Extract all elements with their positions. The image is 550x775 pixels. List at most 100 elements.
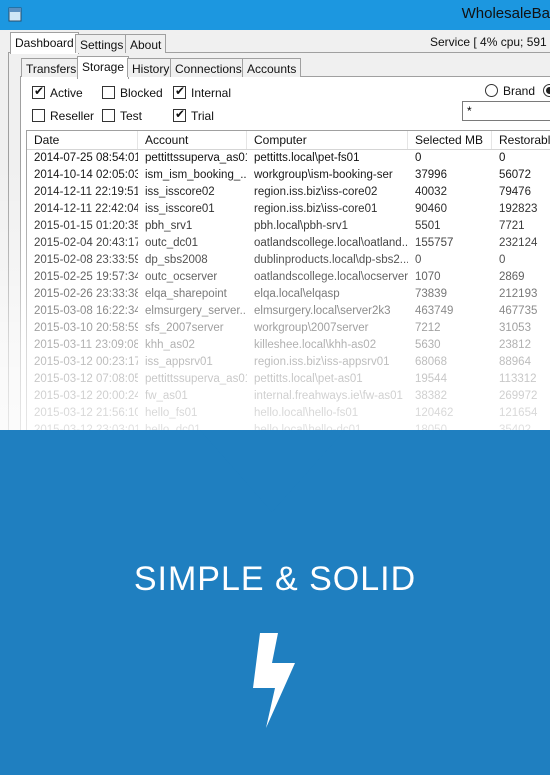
table-row[interactable]: 2015-03-08 16:22:34 elmsurgery_server... e… (27, 303, 550, 320)
table-row[interactable]: 2015-03-12 21:56:10 hello_fs01 hello.local… (27, 405, 550, 422)
table-row[interactable]: 2014-07-25 08:54:01 pettittssuperva_as01 p… (27, 150, 550, 167)
table-row[interactable]: 2015-03-12 23:03:01 hello_dc01 hello.local… (27, 422, 550, 430)
tab-accounts[interactable]: Accounts (242, 58, 302, 77)
cell-restorable: 113312 (499, 373, 537, 385)
lightning-bolt-icon (253, 633, 295, 728)
cell-selected-mb: 90460 (415, 203, 447, 215)
tab-connections[interactable]: Connections (170, 58, 247, 77)
cell-computer: region.iss.biz\iss-appsrv01 (254, 356, 390, 368)
cell-date: 2015-02-26 23:33:38 (34, 288, 138, 300)
cell-account: elmsurgery_server... (145, 305, 247, 317)
test-checkbox[interactable] (102, 109, 115, 122)
cell-date: 2015-02-04 20:43:17 (34, 237, 138, 249)
cell-restorable: 88964 (499, 356, 531, 368)
checkmark-icon: ✔ (175, 107, 186, 121)
cell-date: 2015-02-08 23:33:59 (34, 254, 138, 266)
active-label: Active (50, 86, 83, 100)
tab-settings[interactable]: Settings (75, 34, 129, 53)
cell-account: iss_appsrv01 (145, 356, 213, 368)
cell-restorable: 0 (499, 152, 506, 164)
cell-date: 2014-12-11 22:19:51 (34, 186, 138, 198)
cell-date: 2014-10-14 02:05:03 (34, 169, 138, 181)
cell-selected-mb: 0 (415, 152, 422, 164)
cell-restorable: 56072 (499, 169, 531, 181)
cell-computer: hello.local\hello-dc01 (254, 424, 362, 430)
cell-account: sfs_2007server (145, 322, 224, 334)
cell-computer: region.iss.biz\iss-core01 (254, 203, 378, 215)
cell-computer: pettitts.local\pet-as01 (254, 373, 363, 385)
cell-account: iss_isscore01 (145, 203, 215, 215)
table-row[interactable]: 2015-01-15 01:20:35 pbh_srv1 pbh.local\pbh… (27, 218, 550, 235)
cell-computer: internal.freahways.ie\fw-as01 (254, 390, 403, 402)
cell-account: pbh_srv1 (145, 220, 193, 232)
cell-date: 2015-01-15 01:20:35 (34, 220, 138, 232)
column-header-restorable[interactable]: Restorable (492, 131, 550, 149)
cell-account: ism_ism_booking_... (145, 169, 247, 181)
cell-computer: workgroup\2007server (254, 322, 369, 334)
cell-selected-mb: 18050 (415, 424, 447, 430)
column-header-account[interactable]: Account (138, 131, 247, 149)
table-row[interactable]: 2015-03-12 00:23:17 iss_appsrv01 region.is… (27, 354, 550, 371)
table-row[interactable]: 2015-03-11 23:09:08 khh_as02 killeshee.loc… (27, 337, 550, 354)
cell-selected-mb: 463749 (415, 305, 454, 317)
table-row[interactable]: 2015-03-12 20:00:24 fw_as01 internal.freah… (27, 388, 550, 405)
cell-selected-mb: 120462 (415, 407, 454, 419)
cell-restorable: 192823 (499, 203, 538, 215)
second-radio[interactable] (543, 84, 550, 97)
tab-history[interactable]: History (127, 58, 175, 77)
cell-computer: elmsurgery.local\server2k3 (254, 305, 391, 317)
table-row[interactable]: 2015-02-08 23:33:59 dp_sbs2008 dublinprodu… (27, 252, 550, 269)
column-header-date[interactable]: Date (27, 131, 138, 149)
table-row[interactable]: 2015-02-25 19:57:34 outc_ocserver oatlands… (27, 269, 550, 286)
cell-date: 2015-03-12 21:56:10 (34, 407, 138, 419)
cell-restorable: 23812 (499, 339, 531, 351)
tab-transfers[interactable]: Transfers (21, 58, 82, 77)
tab-about[interactable]: About (125, 34, 167, 53)
table-row[interactable]: 2015-03-12 07:08:05 pettittssuperva_as01 p… (27, 371, 550, 388)
blocked-checkbox[interactable] (102, 86, 115, 99)
blocked-label: Blocked (120, 86, 163, 100)
cell-account: iss_isscore02 (145, 186, 215, 198)
cell-restorable: 7721 (499, 220, 525, 232)
cell-account: khh_as02 (145, 339, 195, 351)
cell-restorable: 212193 (499, 288, 538, 300)
cell-account: pettittssuperva_as01 (145, 373, 247, 385)
cell-restorable: 31053 (499, 322, 531, 334)
brand-radio[interactable] (485, 84, 498, 97)
test-label: Test (120, 109, 143, 123)
column-header-computer[interactable]: Computer (247, 131, 408, 149)
cell-computer: workgroup\ism-booking-ser (254, 169, 393, 181)
cell-account: hello_dc01 (145, 424, 201, 430)
cell-computer: dublinproducts.local\dp-sbs2... (254, 254, 408, 266)
cell-account: dp_sbs2008 (145, 254, 208, 266)
cell-computer: killeshee.local\khh-as02 (254, 339, 377, 351)
cell-selected-mb: 5501 (415, 220, 441, 232)
cell-selected-mb: 40032 (415, 186, 447, 198)
window-title: WholesaleBa (461, 5, 550, 22)
table-row[interactable]: 2014-12-11 22:42:04 iss_isscore01 region.i… (27, 201, 550, 218)
cell-restorable: 269972 (499, 390, 538, 402)
cell-date: 2015-03-10 20:58:59 (34, 322, 138, 334)
table-row[interactable]: 2015-02-04 20:43:17 outc_dc01 oatlandscoll… (27, 235, 550, 252)
cell-computer: pettitts.local\pet-fs01 (254, 152, 360, 164)
search-input[interactable] (462, 101, 550, 121)
cell-selected-mb: 7212 (415, 322, 441, 334)
reseller-checkbox[interactable] (32, 109, 45, 122)
tab-dashboard[interactable]: Dashboard (10, 32, 79, 54)
tab-storage[interactable]: Storage (77, 56, 130, 79)
cell-selected-mb: 0 (415, 254, 422, 266)
cell-computer: oatlandscollege.local\ocserver (254, 271, 408, 283)
tagline: SIMPLE & SOLID (133, 560, 417, 598)
trial-checkbox[interactable]: ✔ (173, 107, 186, 122)
internal-checkbox[interactable]: ✔ (173, 84, 186, 99)
cell-restorable: 2869 (499, 271, 525, 283)
table-row[interactable]: 2015-02-26 23:33:38 elqa_sharepoint elqa.l… (27, 286, 550, 303)
table-row[interactable]: 2014-12-11 22:19:51 iss_isscore02 region.i… (27, 184, 550, 201)
trial-label: Trial (191, 109, 214, 123)
active-checkbox[interactable]: ✔ (32, 84, 45, 99)
table-row[interactable]: 2014-10-14 02:05:03 ism_ism_booking_... wo… (27, 167, 550, 184)
cell-selected-mb: 19544 (415, 373, 447, 385)
table-row[interactable]: 2015-03-10 20:58:59 sfs_2007server workgro… (27, 320, 550, 337)
column-header-selected-mb[interactable]: Selected MB (408, 131, 492, 149)
cell-date: 2015-03-08 16:22:34 (34, 305, 138, 317)
